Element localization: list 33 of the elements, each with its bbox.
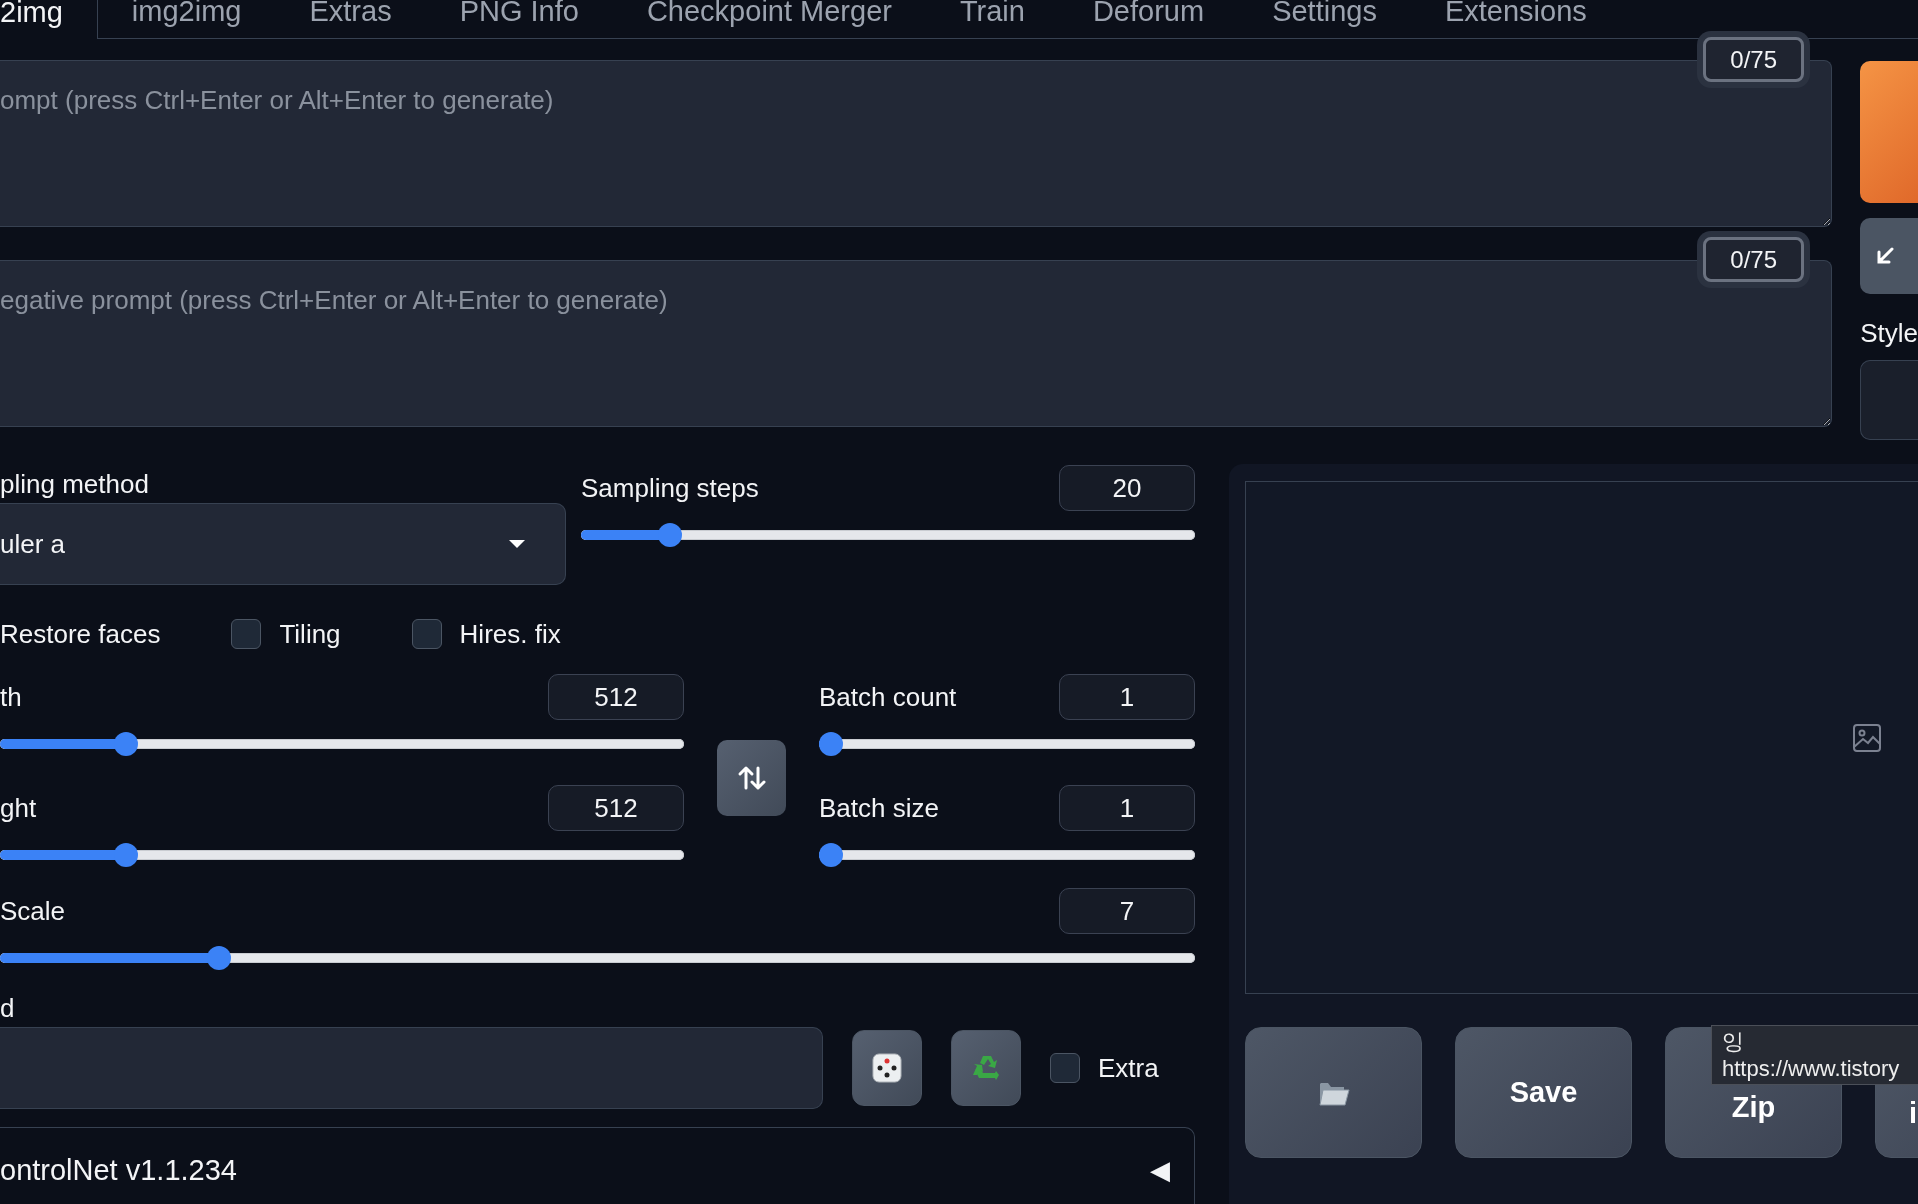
tab[interactable]: PNG Info xyxy=(425,0,613,38)
seed-label: d xyxy=(0,991,16,1025)
number-field[interactable]: 1 xyxy=(1059,674,1195,720)
number-field[interactable]: 1 xyxy=(1059,785,1195,831)
number-field[interactable]: 20 xyxy=(1059,465,1195,511)
slider-label: Batch size xyxy=(819,792,939,824)
slider-label: Scale xyxy=(0,895,66,927)
slider-label: Batch count xyxy=(819,681,957,713)
tab[interactable]: Extensions xyxy=(1410,0,1621,38)
tab[interactable]: Checkpoint Merger xyxy=(612,0,926,38)
tab[interactable]: img2img xyxy=(97,0,276,38)
checkbox-label: Hires. fix xyxy=(459,618,561,650)
tab[interactable]: Train xyxy=(925,0,1059,38)
tab[interactable]: 2img xyxy=(0,0,98,39)
tab[interactable]: Settings xyxy=(1238,0,1411,38)
number-field[interactable]: 512 xyxy=(548,785,684,831)
controlnet-title: ontrolNet v1.1.234 xyxy=(0,1152,237,1188)
sampling-method-dropdown[interactable]: uler a xyxy=(0,503,566,585)
checkbox-label: Tiling xyxy=(279,618,341,650)
number-field[interactable]: 512 xyxy=(548,674,684,720)
slider-label: Sampling steps xyxy=(581,472,759,504)
slider-label: th xyxy=(0,681,22,713)
output-button[interactable]: Save xyxy=(1455,1027,1632,1158)
checkbox-label: Restore faces xyxy=(0,618,161,650)
slider-label: ght xyxy=(0,792,37,824)
collapse-toggle[interactable]: ◀ xyxy=(1150,1138,1170,1202)
styles-label: Style xyxy=(1860,317,1918,350)
sampling-method-label: pling method xyxy=(0,467,150,501)
tooltip-text: 잉 xyxy=(1722,1028,1745,1055)
tab[interactable]: Extras xyxy=(275,0,426,38)
checkbox-label: Extra xyxy=(1098,1052,1159,1084)
tab[interactable]: Deforum xyxy=(1058,0,1239,38)
number-field[interactable]: 7 xyxy=(1059,888,1195,934)
